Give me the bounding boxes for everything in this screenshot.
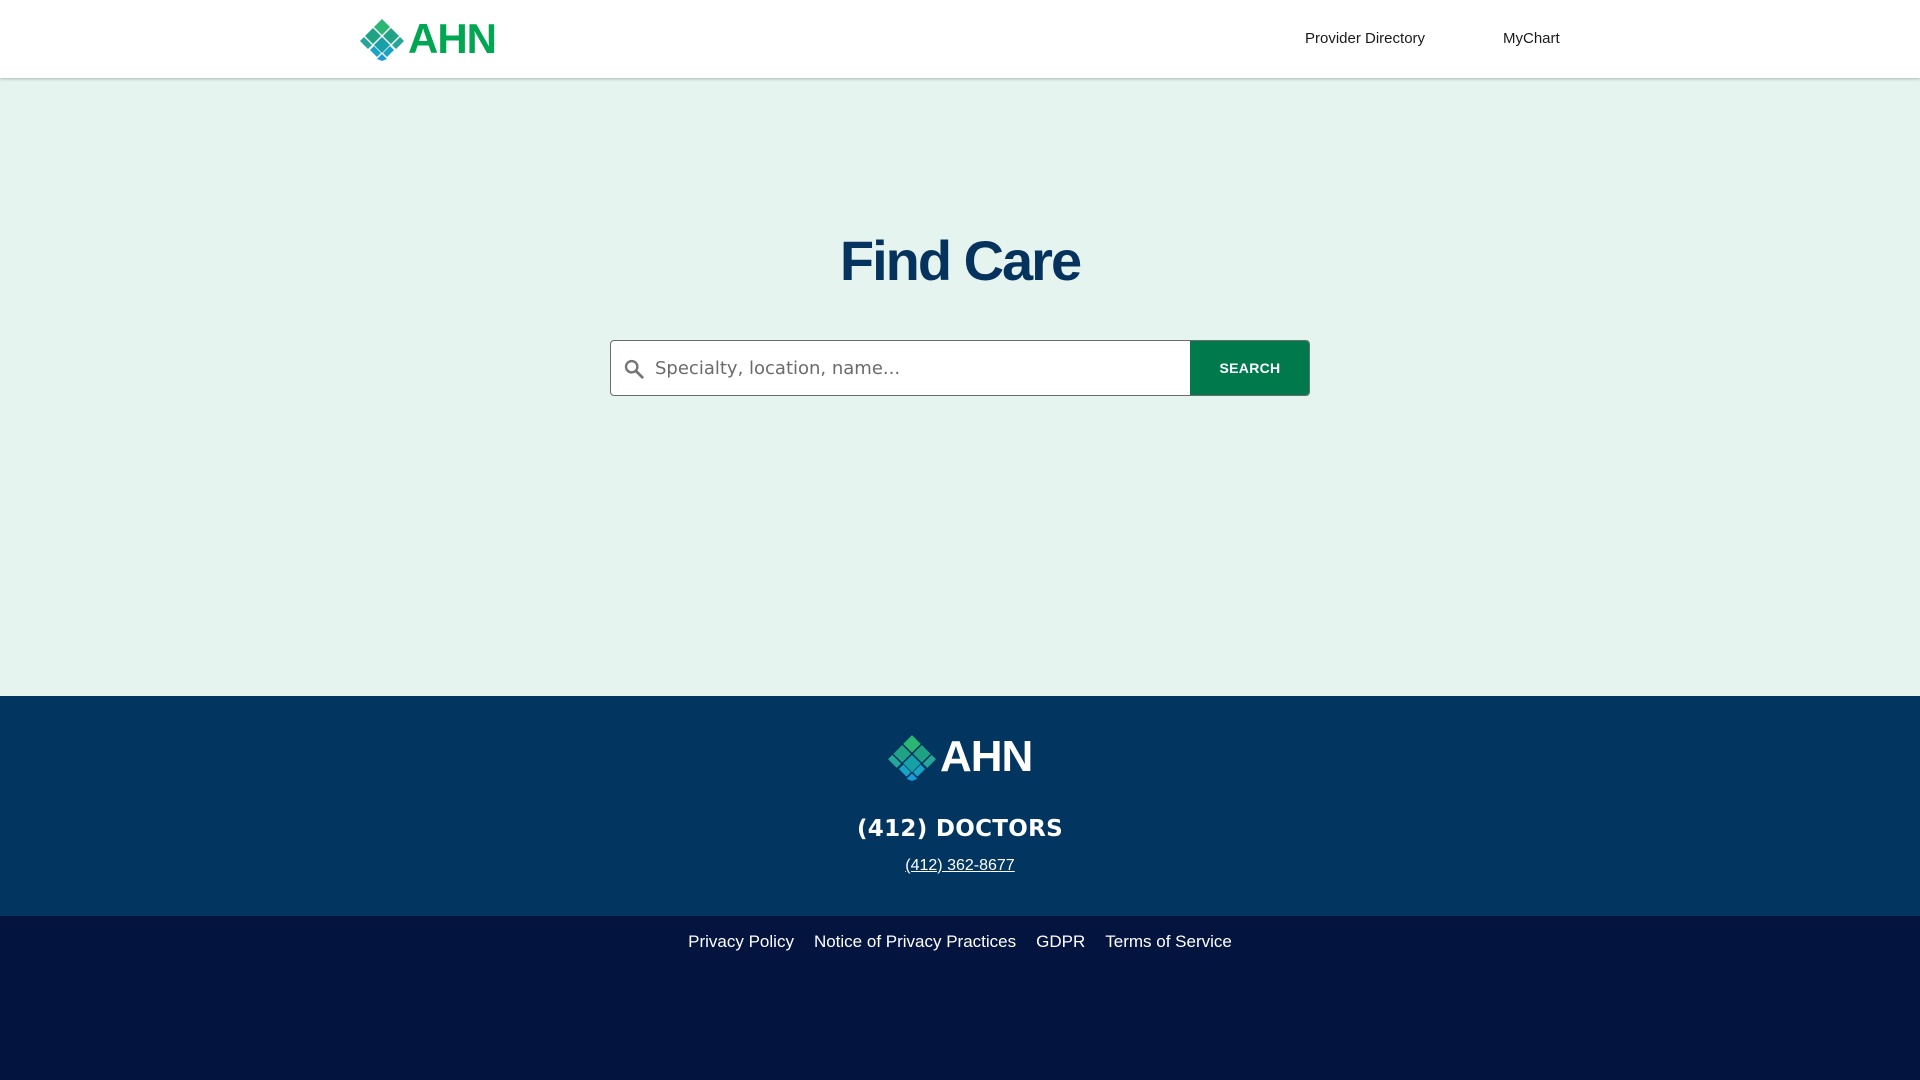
footer-legal: Privacy Policy Notice of Privacy Practic… [0, 916, 1920, 1080]
site-header: AHN Provider Directory MyChart [0, 0, 1920, 78]
search-input[interactable] [655, 341, 1175, 395]
phone-number-link[interactable]: (412) 362-8677 [905, 857, 1014, 874]
nav-mychart[interactable]: MyChart [1503, 30, 1560, 47]
search-bar: SEARCH [610, 340, 1310, 396]
phone-name: (412) DOCTORS [857, 816, 1063, 842]
footer-contact: AHN (412) DOCTORS (412) 362-8677 [0, 696, 1920, 916]
footer-logo-text: AHN [940, 732, 1033, 781]
hero-section: Find Care SEARCH [0, 78, 1920, 696]
terms-of-service-link[interactable]: Terms of Service [1105, 932, 1232, 952]
ahn-logo-mark-icon [888, 735, 936, 781]
gdpr-link[interactable]: GDPR [1036, 932, 1085, 952]
phone-number-container: (412) 362-8677 [0, 857, 1920, 875]
legal-links: Privacy Policy Notice of Privacy Practic… [0, 932, 1920, 952]
ahn-logo-mark-icon [360, 19, 404, 61]
footer-logo[interactable]: AHN [888, 732, 1033, 781]
notice-privacy-practices-link[interactable]: Notice of Privacy Practices [814, 932, 1016, 952]
page-title: Find Care [839, 229, 1082, 292]
search-button[interactable]: SEARCH [1190, 341, 1309, 395]
header-logo[interactable]: AHN [360, 15, 497, 62]
privacy-policy-link[interactable]: Privacy Policy [688, 932, 794, 952]
header-logo-text: AHN [408, 15, 497, 62]
nav-provider-directory[interactable]: Provider Directory [1305, 30, 1425, 47]
search-icon [624, 359, 644, 379]
